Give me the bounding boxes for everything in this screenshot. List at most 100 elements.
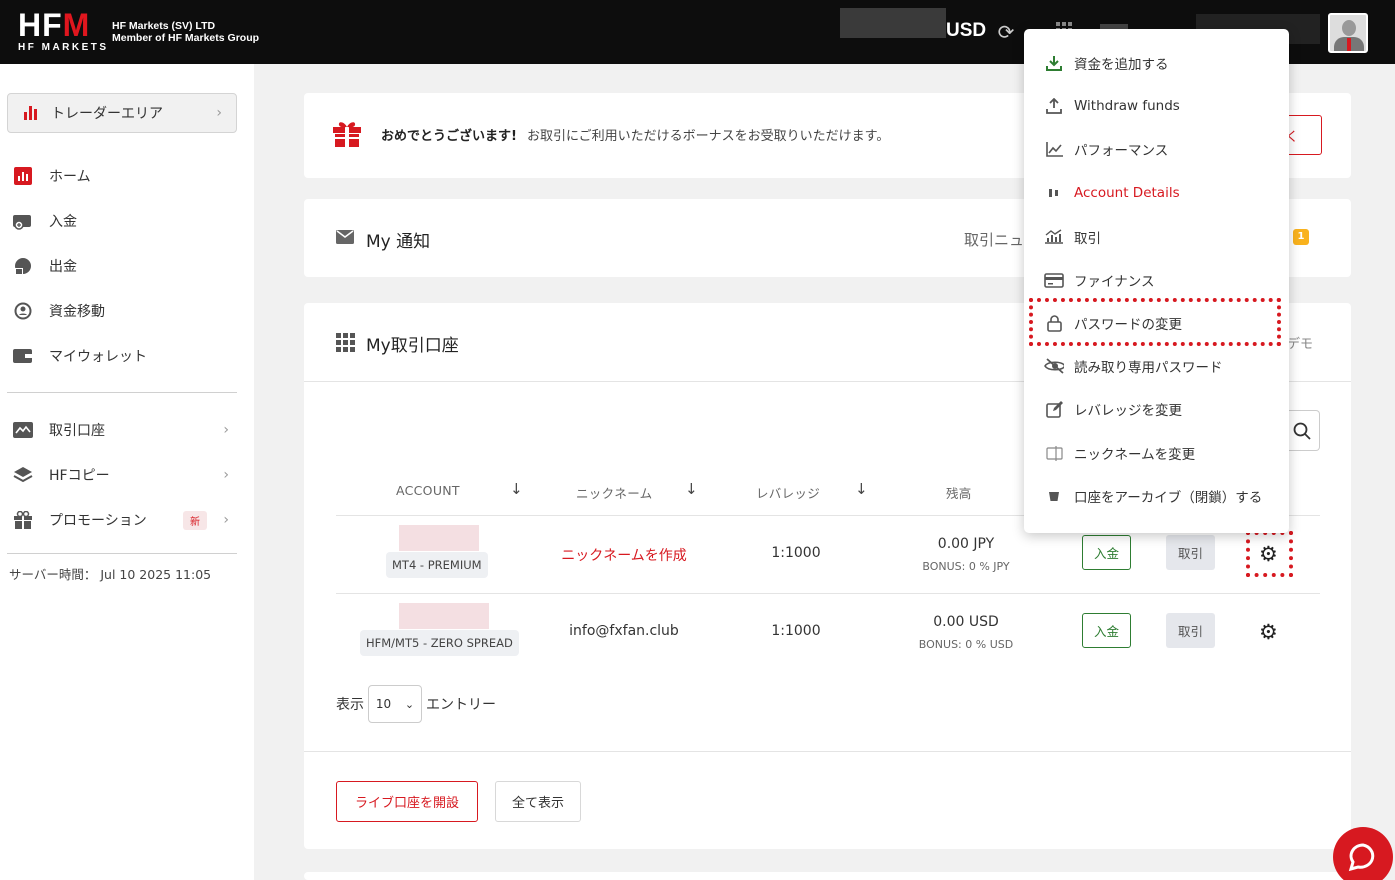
menu-item-add-funds[interactable]: 資金を追加する — [1044, 51, 1279, 75]
sidebar: トレーダーエリア › ホーム 入金 出金 資金移動 マイウォレット 取引口座 ›… — [0, 64, 254, 880]
menu-item-finance[interactable]: ファイナンス — [1044, 268, 1279, 292]
layers-icon — [12, 465, 34, 485]
balance-value: 0.00 JPY — [937, 536, 995, 552]
chevron-right-icon: › — [223, 512, 229, 528]
accounts-icon — [12, 420, 34, 440]
sidebar-item-promotions[interactable]: プロモーション 新 › — [12, 508, 237, 532]
bonus-message: おめでとうございます! お取引にご利用いただけるボーナスをお受取りいただけます。 — [381, 129, 890, 144]
live-chat-button[interactable] — [1333, 827, 1393, 880]
gear-icon[interactable]: ⚙ — [1259, 621, 1278, 643]
company-info: HF Markets (SV) LTD Member of HF Markets… — [112, 20, 260, 44]
chevron-right-icon: › — [223, 422, 229, 438]
column-header-leverage[interactable]: レバレッジ — [756, 483, 820, 502]
chart-icon — [12, 166, 34, 186]
demo-tab[interactable]: デモ — [1287, 333, 1313, 352]
eye-off-icon — [1044, 358, 1064, 374]
refresh-icon[interactable]: ⟳ — [994, 20, 1018, 44]
sort-arrow-icon[interactable]: ↓ — [685, 480, 698, 498]
currency-selector[interactable]: USD — [946, 20, 986, 42]
redacted-account-number — [399, 603, 489, 629]
sidebar-item-trading-accounts[interactable]: 取引口座 › — [12, 418, 237, 442]
download-icon — [1044, 55, 1064, 71]
search-icon — [1293, 422, 1311, 440]
search-button[interactable] — [1284, 410, 1320, 451]
trade-button[interactable]: 取引 — [1166, 535, 1215, 570]
column-header-account[interactable]: ACCOUNT — [396, 483, 460, 498]
sidebar-item-home[interactable]: ホーム — [12, 164, 237, 188]
sort-arrow-icon[interactable]: ↓ — [855, 480, 868, 498]
transfer-icon — [12, 301, 34, 321]
wallet-icon — [12, 346, 34, 366]
menu-item-archive-account[interactable]: 口座をアーカイブ（閉鎖）する — [1044, 484, 1279, 508]
chevron-right-icon: › — [223, 467, 229, 483]
redacted-account-number — [399, 525, 479, 551]
accounts-title: My取引口座 — [366, 336, 459, 356]
chevron-right-icon: › — [216, 105, 222, 121]
sort-arrow-icon[interactable]: ↓ — [510, 480, 523, 498]
card-icon — [1044, 272, 1064, 288]
withdraw-icon — [12, 256, 34, 276]
chevron-down-icon: ⌄ — [404, 697, 415, 711]
redacted-balance — [840, 8, 946, 38]
column-header-nickname[interactable]: ニックネーム — [576, 483, 652, 502]
grid-icon — [336, 333, 355, 352]
sidebar-item-withdraw[interactable]: 出金 — [12, 254, 237, 278]
notifications-title: My 通知 — [366, 232, 431, 252]
user-avatar[interactable] — [1328, 13, 1368, 53]
show-all-button[interactable]: 全て表示 — [495, 781, 581, 822]
rename-icon — [1044, 445, 1064, 461]
deposit-icon — [12, 211, 34, 231]
menu-item-withdraw-funds[interactable]: Withdraw funds — [1044, 94, 1279, 118]
menu-item-account-details[interactable]: Account Details — [1044, 181, 1279, 205]
mail-icon — [336, 229, 354, 248]
account-type-tag: MT4 - PREMIUM — [386, 552, 488, 578]
menu-item-readonly-password[interactable]: 読み取り専用パスワード — [1044, 354, 1279, 378]
menu-item-trade[interactable]: 取引 — [1044, 225, 1279, 249]
menu-item-change-nickname[interactable]: ニックネームを変更 — [1044, 441, 1279, 465]
menu-item-performance[interactable]: パフォーマンス — [1044, 137, 1279, 161]
details-icon — [1044, 187, 1064, 199]
chat-icon — [1348, 843, 1375, 872]
deposit-button[interactable]: 入金 — [1082, 535, 1131, 570]
leverage-value: 1:1000 — [771, 623, 821, 639]
line-chart-icon — [1044, 141, 1064, 157]
highlight-box — [1029, 298, 1281, 346]
bonus-value: BONUS: 0 % JPY — [922, 560, 1010, 573]
sidebar-item-deposit[interactable]: 入金 — [12, 209, 237, 233]
column-header-balance[interactable]: 残高 — [946, 483, 972, 502]
balance-value: 0.00 USD — [933, 614, 999, 630]
account-type-tag: HFM/MT5 - ZERO SPREAD — [360, 630, 519, 656]
next-card — [304, 872, 1351, 880]
leverage-value: 1:1000 — [771, 545, 821, 561]
sidebar-item-transfer[interactable]: 資金移動 — [12, 299, 237, 323]
gear-icon[interactable]: ⚙ — [1259, 543, 1278, 565]
trader-area-button[interactable]: トレーダーエリア › — [7, 93, 237, 133]
gift-icon — [333, 121, 361, 151]
nickname-value: info@fxfan.club — [569, 623, 679, 639]
create-nickname-link[interactable]: ニックネームを作成 — [544, 545, 704, 565]
card-divider — [304, 751, 1351, 752]
deposit-button[interactable]: 入金 — [1082, 613, 1131, 648]
sidebar-item-hfcopy[interactable]: HFコピー › — [12, 463, 237, 487]
page-size-select[interactable]: 10 ⌄ — [368, 685, 422, 723]
table-divider — [336, 593, 1320, 594]
open-live-account-button[interactable]: ライブ口座を開設 — [336, 781, 478, 822]
tab-trading-news[interactable]: 取引ニュ — [964, 229, 1024, 250]
sidebar-divider — [7, 392, 237, 393]
hfm-logo[interactable]: HFM HF MARKETS — [18, 9, 109, 53]
trade-icon — [1044, 229, 1064, 245]
page-size-control: 表示 10 ⌄ エントリー — [336, 685, 496, 723]
sidebar-item-wallet[interactable]: マイウォレット — [12, 344, 237, 368]
upload-icon — [1044, 98, 1064, 114]
server-time: サーバー時間： Jul 10 2025 11:05 — [9, 567, 212, 582]
bar-chart-icon — [24, 106, 37, 120]
bonus-value: BONUS: 0 % USD — [918, 638, 1014, 651]
notification-count-badge: 1 — [1293, 229, 1309, 245]
account-actions-menu: 資金を追加する Withdraw funds パフォーマンス Account D… — [1024, 29, 1289, 533]
sidebar-divider — [7, 553, 237, 554]
menu-item-change-leverage[interactable]: レバレッジを変更 — [1044, 397, 1279, 421]
gift-icon — [12, 510, 34, 530]
new-badge: 新 — [183, 510, 207, 530]
trade-button[interactable]: 取引 — [1166, 613, 1215, 648]
archive-icon — [1044, 490, 1064, 502]
